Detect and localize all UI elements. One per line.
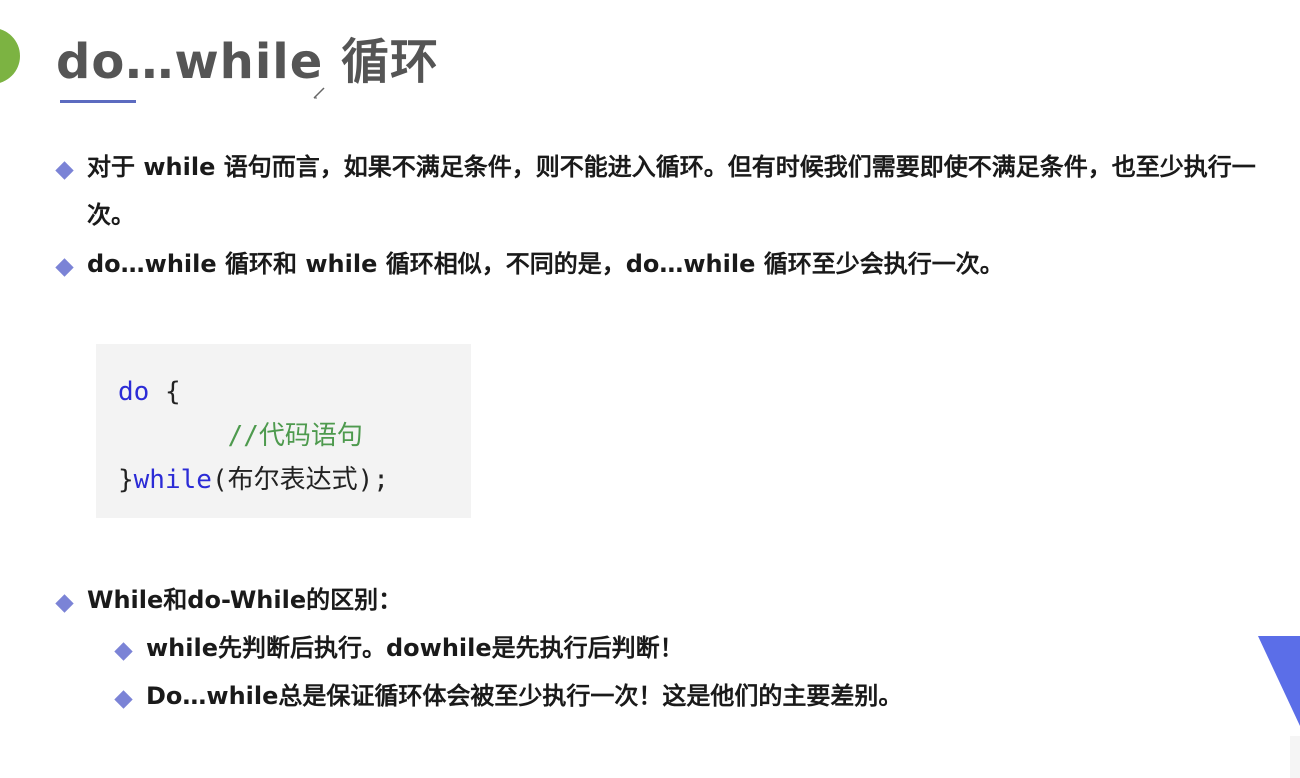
bullet-text: while先判断后执行。dowhile是先执行后判断！: [146, 634, 684, 662]
code-brace-close: }: [118, 465, 134, 495]
decorative-corner-shape: [1258, 636, 1300, 778]
sub-bullet-difference-2: Do…while总是保证循环体会被至少执行一次！这是他们的主要差别。: [113, 682, 1113, 720]
bullet-while-intro: 对于 while 语句而言，如果不满足条件，则不能进入循环。但有时候我们需要即使…: [54, 153, 1294, 239]
bullet-text: Do…while总是保证循环体会被至少执行一次！这是他们的主要差别。: [146, 682, 903, 710]
pen-cursor-icon: [313, 87, 325, 99]
bullet-text: do…while 循环和 while 循环相似，不同的是，do…while 循环…: [87, 250, 1004, 278]
code-condition: (布尔表达式);: [211, 465, 389, 495]
title-underline: [60, 100, 136, 103]
diamond-bullet-icon: [114, 642, 133, 661]
diamond-bullet-icon: [55, 161, 74, 180]
bullet-text: While和do-While的区别：: [87, 586, 403, 614]
diamond-bullet-icon: [55, 594, 74, 613]
code-block: do { //代码语句 }while(布尔表达式);: [96, 344, 471, 518]
bullet-dowhile-desc: do…while 循环和 while 循环相似，不同的是，do…while 循环…: [54, 250, 1294, 288]
code-keyword-while: while: [133, 465, 212, 495]
diamond-bullet-icon: [114, 690, 133, 709]
page-title: do…while 循环: [56, 34, 440, 90]
decorative-circle: [0, 28, 20, 84]
bullet-difference-heading: While和do-While的区别：: [54, 586, 954, 624]
code-comment: //代码语句: [227, 421, 363, 451]
code-brace-open: {: [149, 377, 181, 407]
sub-bullet-difference-1: while先判断后执行。dowhile是先执行后判断！: [113, 634, 1013, 672]
diamond-bullet-icon: [55, 258, 74, 277]
bullet-text: 对于 while 语句而言，如果不满足条件，则不能进入循环。但有时候我们需要即使…: [87, 153, 1256, 229]
code-keyword-do: do: [118, 377, 150, 407]
